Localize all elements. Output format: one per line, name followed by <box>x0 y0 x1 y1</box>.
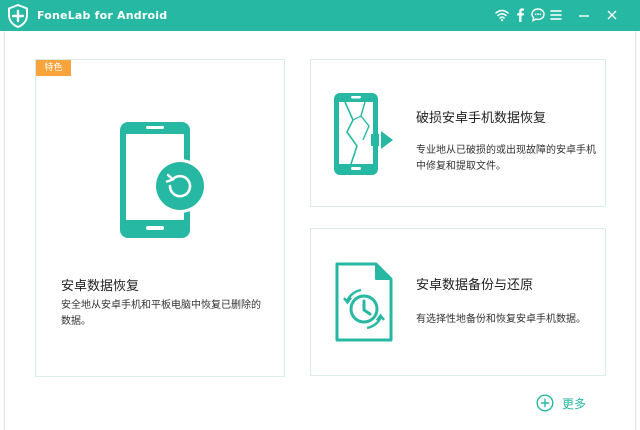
broken-phone-recovery-card[interactable]: 破损安卓手机数据恢复 专业地从已破损的或出现故障的安卓手机中修复和提取文件。 <box>310 59 606 207</box>
phone-restore-icon <box>120 122 207 238</box>
app-logo-icon <box>8 4 28 28</box>
menu-icon[interactable] <box>548 7 564 23</box>
wifi-icon[interactable] <box>494 7 510 23</box>
android-data-recovery-card[interactable]: 特色 安卓数据恢复 安全地从安卓手机和平板电脑中恢复已删除的数据。 <box>35 59 285 377</box>
facebook-icon[interactable] <box>512 7 528 23</box>
more-label: 更多 <box>562 397 587 411</box>
minimize-icon[interactable] <box>576 7 592 23</box>
featured-badge: 特色 <box>36 60 71 76</box>
title-bar: FoneLab for Android <box>0 0 640 31</box>
card-title: 破损安卓手机数据恢复 <box>416 111 547 126</box>
card-description: 有选择性地备份和恢复安卓手机数据。 <box>416 314 586 325</box>
close-icon[interactable] <box>604 7 620 23</box>
card-title: 安卓数据恢复 <box>61 279 140 294</box>
main-panel: 特色 安卓数据恢复 安全地从安卓手机和平板电脑中恢复已删除的数据。 破损安卓手机… <box>4 31 636 430</box>
card-title: 安卓数据备份与还原 <box>416 278 534 293</box>
backup-restore-card[interactable]: 安卓数据备份与还原 有选择性地备份和恢复安卓手机数据。 <box>310 228 606 376</box>
chat-icon[interactable] <box>530 7 546 23</box>
card-description: 安全地从安卓手机和平板电脑中恢复已删除的数据。 <box>61 300 261 327</box>
plus-circle-icon <box>536 394 554 412</box>
broken-phone-icon <box>334 93 393 175</box>
app-title: FoneLab for Android <box>37 9 168 22</box>
backup-file-icon <box>335 262 393 342</box>
card-description: 专业地从已破损的或出现故障的安卓手机中修复和提取文件。 <box>416 145 596 172</box>
